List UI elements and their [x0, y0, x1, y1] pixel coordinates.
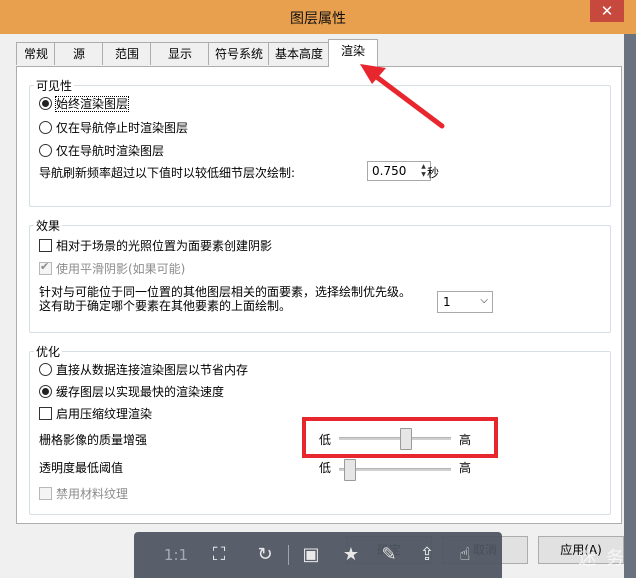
radio-button-icon — [39, 97, 52, 110]
checkbox-icon — [39, 407, 52, 420]
rotate-icon[interactable]: ↻ — [252, 542, 278, 568]
radio-button-icon — [39, 144, 52, 157]
checkbox-icon — [39, 260, 52, 275]
checkbox-create-shadows[interactable]: 相对于场景的光照位置为面要素创建阴影 — [39, 237, 272, 254]
checkbox-disable-material-textures[interactable]: 禁用材料纹理 — [39, 485, 128, 502]
save-icon[interactable]: ▣ — [298, 542, 324, 568]
image-viewer-toolbar: 1:1 ⛶ ↻ ▣ ★ ✎ ⇪ ☝ — [134, 532, 502, 578]
visibility-legend: 可见性 — [36, 79, 73, 93]
annotation-arrow — [360, 64, 445, 129]
optimize-legend: 优化 — [36, 345, 61, 359]
checkbox-smooth-shading[interactable]: 使用平滑阴影(如果可能) — [39, 260, 185, 277]
transparency-high-label: 高 — [459, 461, 472, 475]
toolbar-divider — [288, 545, 289, 565]
layer-properties-dialog: 图层属性 ✕ 常规 源 范围 显示 符号系统 基本高度 渲染 可见性 始终渲染图… — [0, 0, 636, 578]
checkbox-label: 相对于场景的光照位置为面要素创建阴影 — [56, 239, 273, 253]
radio-label: 仅在导航时渲染图层 — [56, 144, 165, 158]
tab-source[interactable]: 源 — [54, 42, 104, 65]
tab-symbology[interactable]: 符号系统 — [208, 42, 270, 65]
radio-render-while-navigating[interactable]: 仅在导航时渲染图层 — [39, 142, 164, 159]
radio-cache-layer[interactable]: 缓存图层以实现最快的渲染速度 — [39, 383, 224, 400]
radio-button-icon — [39, 385, 52, 398]
radio-button-icon — [39, 121, 52, 134]
refresh-rate-value: 0.750 — [372, 164, 407, 178]
refresh-rate-spinner[interactable]: 0.750 ▲ ▼ — [367, 161, 431, 181]
radio-label: 仅在导航停止时渲染图层 — [56, 121, 189, 135]
tab-general[interactable]: 常规 — [16, 42, 56, 65]
like-icon[interactable]: ☝ — [452, 542, 478, 568]
highlight-box — [302, 417, 498, 458]
transparency-threshold-slider[interactable] — [339, 459, 451, 481]
refresh-rate-unit: 秒 — [427, 166, 440, 180]
draw-priority-select[interactable]: 1 ⌵ — [437, 291, 493, 313]
radio-label: 缓存图层以实现最快的渲染速度 — [56, 385, 225, 399]
favorite-icon[interactable]: ★ — [338, 542, 364, 568]
transparency-threshold-label: 透明度最低阈值 — [39, 461, 124, 475]
radio-render-when-stopped[interactable]: 仅在导航停止时渲染图层 — [39, 119, 188, 136]
share-icon[interactable]: ⇪ — [414, 542, 440, 568]
checkbox-label: 启用压缩纹理渲染 — [56, 407, 153, 421]
transparency-low-label: 低 — [319, 461, 332, 475]
fit-window-icon[interactable]: ⛶ — [206, 542, 232, 568]
refresh-rate-label: 导航刷新频率超过以下值时以较低细节层次绘制: — [39, 166, 296, 180]
tab-extent[interactable]: 范围 — [102, 42, 152, 65]
title-bar[interactable]: 图层属性 ✕ — [0, 0, 636, 34]
actual-size-button[interactable]: 1:1 — [160, 542, 192, 568]
dialog-title: 图层属性 — [290, 11, 346, 27]
chevron-down-icon: ⌵ — [480, 295, 488, 306]
radio-label: 始终渲染图层 — [54, 96, 130, 112]
watermark-logo: 迷 务 — [578, 548, 626, 569]
checkbox-label: 使用平滑阴影(如果可能) — [56, 262, 186, 276]
checkbox-icon — [39, 487, 52, 500]
priority-text-line-2: 这有助于确定哪个要素在其他要素的上面绘制。 — [39, 299, 292, 313]
checkbox-compressed-textures[interactable]: 启用压缩纹理渲染 — [39, 405, 152, 422]
close-button[interactable]: ✕ — [590, 0, 624, 22]
radio-render-from-data[interactable]: 直接从数据连接渲染图层以节省内存 — [39, 361, 248, 378]
slider-thumb[interactable] — [344, 459, 356, 481]
effects-legend: 效果 — [36, 219, 61, 233]
checkbox-label: 禁用材料纹理 — [56, 487, 129, 501]
raster-quality-label: 栅格影像的质量增强 — [39, 433, 148, 447]
radio-label: 直接从数据连接渲染图层以节省内存 — [56, 363, 249, 377]
tab-display[interactable]: 显示 — [150, 42, 210, 65]
edit-icon[interactable]: ✎ — [376, 542, 402, 568]
close-icon: ✕ — [600, 2, 614, 20]
draw-priority-value: 1 — [443, 295, 451, 309]
background-window-edge — [624, 34, 636, 578]
tab-base-heights[interactable]: 基本高度 — [268, 42, 330, 65]
radio-button-icon — [39, 363, 52, 376]
checkbox-icon — [39, 239, 52, 252]
radio-always-render[interactable]: 始终渲染图层 — [39, 95, 130, 112]
